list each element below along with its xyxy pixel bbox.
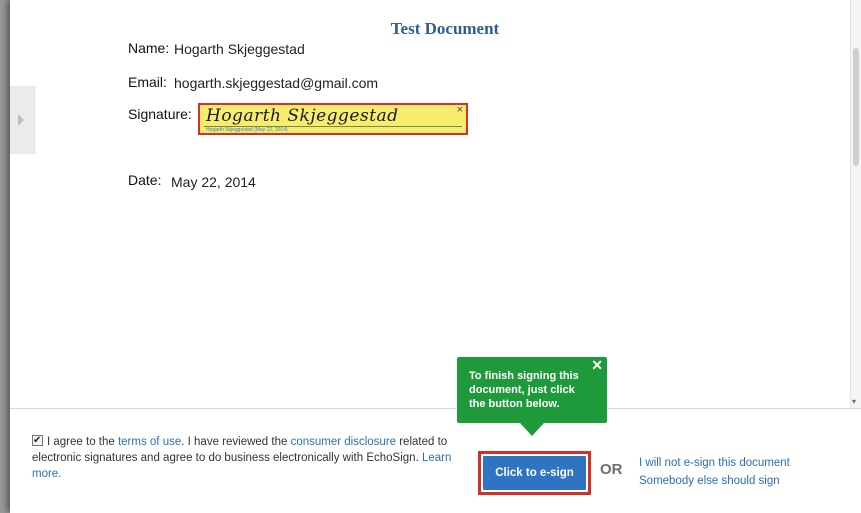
document-scrollbar[interactable]: ▾ [850,0,861,408]
terms-of-use-link[interactable]: terms of use [118,436,181,448]
document-title: Test Document [390,19,500,38]
esign-window: Test Document Name: Hogarth Skjeggestad … [10,0,861,513]
consumer-disclosure-link[interactable]: consumer disclosure [291,436,396,448]
agree-mid: . I have reviewed the [181,436,291,448]
signature-clear-icon[interactable]: × [457,104,463,116]
agree-prefix: I agree to the [47,436,118,448]
signature-label: Signature: [128,106,192,122]
email-label: Email: [128,74,167,90]
scroll-down-arrow-icon[interactable]: ▾ [852,398,856,406]
tooltip-close-icon[interactable]: ✕ [591,357,603,374]
signing-tooltip: To finish signing this document, just cl… [457,357,607,436]
click-to-esign-button[interactable]: Click to e-sign [478,451,591,495]
chevron-right-icon [18,114,24,126]
signature-timestamp: Hogarth Skjeggestad (May 22, 2014) [206,127,288,133]
date-label: Date: [128,172,162,188]
delegate-signer-link[interactable]: Somebody else should sign [639,475,780,487]
scrollbar-thumb[interactable] [853,48,859,166]
signature-handwriting: Hogarth Skjeggestad [206,106,399,126]
name-value: Hogarth Skjeggestad [174,41,305,57]
decline-to-sign-link[interactable]: I will not e-sign this document [639,457,790,469]
agreement-text: I agree to the terms of use. I have revi… [32,433,452,482]
date-value: May 22, 2014 [171,174,256,190]
signature-field[interactable]: Hogarth Skjeggestad Hogarth Skjeggestad … [198,103,468,135]
email-value: hogarth.skjeggestad@gmail.com [174,75,379,91]
esign-button-label: Click to e-sign [483,456,586,490]
expand-panel-toggle[interactable] [10,86,35,154]
tooltip-pointer [520,423,544,436]
signing-footer: I agree to the terms of use. I have revi… [10,408,861,513]
tooltip-text: To finish signing this document, just cl… [469,370,579,410]
agree-checkbox[interactable] [32,433,43,449]
document-viewer: Test Document Name: Hogarth Skjeggestad … [10,0,861,408]
name-label: Name: [128,40,170,56]
or-separator: OR [600,461,623,478]
